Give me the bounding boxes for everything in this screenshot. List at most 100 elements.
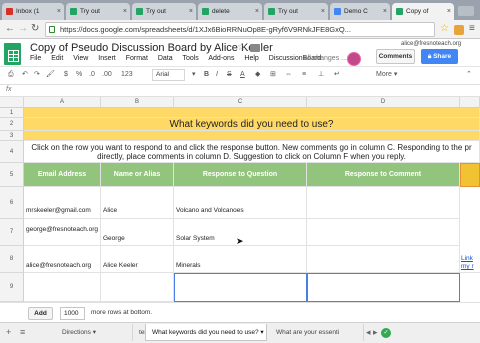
currency-icon[interactable]: $ [64,70,68,80]
sheets-logo-icon[interactable] [4,43,21,65]
row-header-6[interactable]: 6 [0,187,24,219]
print-icon[interactable]: ⎙ [8,70,14,80]
selected-cell-d9[interactable] [307,273,460,302]
table-row-cell-email[interactable]: george@fresnoteach.org [24,219,101,246]
header-response-comment[interactable]: Response to Comment [307,163,460,187]
borders-icon[interactable]: ⊞ [270,70,276,80]
table-row-cell-email[interactable] [24,273,101,302]
number-format[interactable]: 123 [121,70,133,80]
browser-tab-demo[interactable]: Demo C × [330,3,390,20]
bold-icon[interactable]: B [204,70,209,80]
browser-tab-try-out-2[interactable]: Try out × [132,3,196,20]
valign-icon[interactable]: ⊥ [318,70,324,80]
row-header-7[interactable]: 7 [0,219,24,246]
browser-tab-inbox[interactable]: Inbox (1 × [2,3,64,20]
menu-view[interactable]: View [73,55,88,62]
add-sheet-icon[interactable]: + [6,327,11,337]
star-icon[interactable]: ☆ [237,42,246,53]
menu-help[interactable]: Help [244,55,258,62]
table-row-cell-name[interactable]: Alice [101,187,174,219]
row-header-4[interactable]: 4 [0,141,24,163]
table-row-cell-comment[interactable] [307,246,460,273]
row-3-band[interactable] [24,131,480,141]
forward-icon[interactable]: → [18,23,28,35]
url-field[interactable]: https://docs.google.com/spreadsheets/d/1… [45,22,435,37]
table-row-cell-name[interactable]: Alice Keeler [101,246,174,273]
header-column-e[interactable] [460,163,480,187]
align-icon[interactable]: ≡ [302,70,306,80]
menu-format[interactable]: Format [126,55,148,62]
question-heading[interactable]: What keywords did you need to use? [24,118,480,131]
browser-tab-try-out-3[interactable]: Try out × [264,3,328,20]
merge-icon[interactable]: ⇔ [285,70,292,80]
sheet-tab-essential[interactable]: What are your essenti [270,324,364,341]
menu-file[interactable]: File [30,55,41,62]
select-all-corner[interactable] [0,97,24,108]
extension-icon[interactable] [454,25,464,35]
paint-format-icon[interactable]: 🖌︎ [46,70,55,80]
text-color-icon[interactable]: A [240,70,245,80]
instructions-text[interactable]: Click on the row you want to respond to … [24,141,480,163]
more-dropdown[interactable]: More ▾ [376,70,397,80]
fill-color-icon[interactable]: ◆ [255,70,260,80]
table-row-cell-email[interactable]: mrskeeler@gmail.com [24,187,101,219]
row-header-2[interactable]: 2 [0,118,24,131]
table-row-cell-response[interactable]: Volcano and Volcanoes [174,187,307,219]
row-header-5[interactable]: 5 [0,163,24,187]
decrease-decimal[interactable]: .0 [89,70,95,80]
header-response-question[interactable]: Response to Question [174,163,307,187]
column-header-a[interactable]: A [24,97,101,108]
row-header-3[interactable]: 3 [0,131,24,141]
close-icon[interactable]: × [255,3,259,20]
font-select[interactable]: Arial [152,69,185,81]
row-1-band[interactable] [24,108,480,118]
new-tab-button[interactable] [458,6,474,16]
column-header-b[interactable]: B [101,97,174,108]
add-rows-button[interactable]: Add [28,307,53,320]
table-row-cell-name[interactable] [101,273,174,302]
column-header-c[interactable]: C [174,97,307,108]
browser-tab-try-out-1[interactable]: Try out × [66,3,130,20]
scroll-left-icon[interactable]: ◂ [366,327,371,338]
collapse-icon[interactable]: ⌃ [466,70,472,80]
font-size-dropdown[interactable]: ▾ [192,70,196,80]
comments-button[interactable]: Comments [376,49,415,64]
header-name[interactable]: Name or Alias [101,163,174,187]
sheet-tab-keywords[interactable]: What keywords did you need to use? ▾ [145,324,267,341]
strikethrough-icon[interactable]: S [227,70,232,80]
collaborator-avatar[interactable] [347,52,361,66]
share-button[interactable]: 🔒︎ Share [421,49,458,64]
row-header-8[interactable]: 8 [0,246,24,273]
close-icon[interactable]: × [447,3,451,20]
browser-tab-copy-of[interactable]: Copy of × [392,3,454,20]
bookmark-star-icon[interactable]: ☆ [440,23,449,35]
close-icon[interactable]: × [123,3,127,20]
table-row-cell-comment[interactable] [307,187,460,219]
wrap-icon[interactable]: ↵ [334,70,340,80]
row-header-1[interactable]: 1 [0,108,24,118]
scroll-right-icon[interactable]: ▸ [373,327,378,338]
sheet-list-icon[interactable]: ≡ [20,327,25,337]
selected-cell-c9[interactable] [174,273,307,302]
table-row-cell-name[interactable]: George [101,219,174,246]
menu-edit[interactable]: Edit [51,55,63,62]
add-rows-count-input[interactable]: 1000 [60,307,85,320]
browser-tab-delete[interactable]: delete × [198,3,262,20]
close-icon[interactable]: × [321,3,325,20]
reload-icon[interactable]: ↻ [31,23,39,35]
folder-icon[interactable] [250,44,260,52]
table-row-cell-email[interactable]: alice@fresnoteach.org [24,246,101,273]
reply-link[interactable]: Link my r [460,246,480,273]
table-row-cell-comment[interactable] [307,219,460,246]
redo-icon[interactable]: ↷ [34,70,40,80]
undo-icon[interactable]: ↶ [22,70,28,80]
menu-icon[interactable]: ≡ [469,23,475,35]
menu-addons[interactable]: Add-ons [208,55,234,62]
row-header-9[interactable]: 9 [0,273,24,302]
menu-tools[interactable]: Tools [182,55,198,62]
italic-icon[interactable]: I [216,70,218,80]
header-email[interactable]: Email Address [24,163,101,187]
formula-bar[interactable]: fx [0,84,480,97]
column-header-d[interactable]: D [307,97,460,108]
close-icon[interactable]: × [57,3,61,20]
